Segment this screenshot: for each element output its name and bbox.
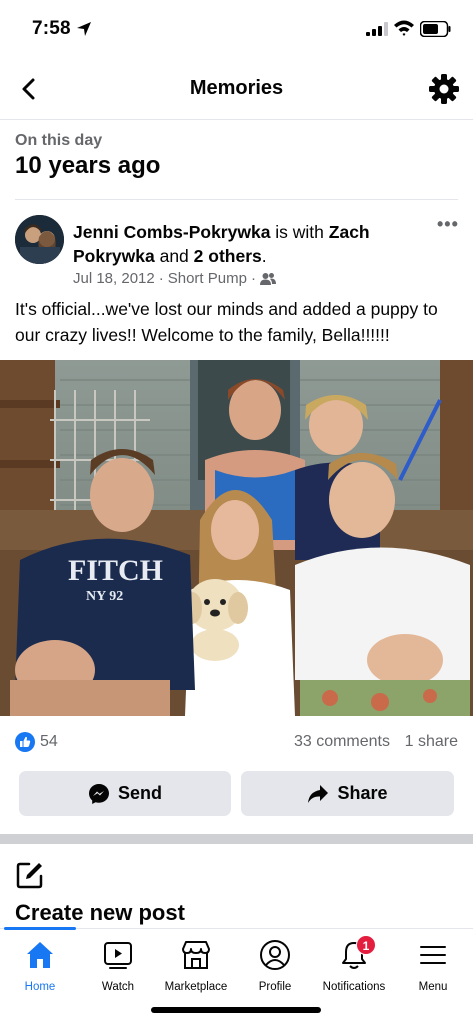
tab-home-label: Home — [24, 981, 56, 993]
marketplace-icon — [182, 941, 210, 969]
tab-profile[interactable]: Profile — [235, 939, 315, 993]
meta-separator-2: · — [250, 270, 256, 287]
author-name[interactable]: Jenni Combs-Pokrywka — [73, 222, 270, 242]
status-bar: 7:58 — [0, 0, 473, 60]
watch-icon — [104, 942, 132, 969]
others-link[interactable]: 2 others — [194, 246, 262, 266]
tab-home[interactable]: Home — [0, 939, 80, 993]
battery-icon — [420, 21, 451, 37]
post-meta: Jul 18, 2012 · Short Pump · — [73, 270, 276, 287]
active-tab-indicator — [4, 927, 76, 930]
post-location[interactable]: Short Pump — [168, 270, 247, 287]
comments-count[interactable]: 33 comments — [294, 733, 390, 751]
tab-menu[interactable]: Menu — [393, 939, 473, 993]
post-header: Jenni Combs-Pokrywka is with Zach Pokryw… — [15, 214, 458, 294]
bottom-tab-bar: Home Watch Marketplace Profile 1 Notific… — [0, 927, 473, 1023]
signal-icon — [366, 22, 388, 36]
location-arrow-icon — [77, 22, 91, 36]
edit-icon[interactable] — [15, 860, 45, 890]
home-indicator — [151, 1007, 321, 1013]
messenger-icon — [88, 783, 109, 804]
tab-watch-label: Watch — [101, 981, 135, 993]
status-time: 7:58 — [32, 18, 71, 39]
section-divider — [0, 834, 473, 844]
memory-header: On this day 10 years ago — [15, 130, 458, 200]
compose-section: Create new post — [15, 858, 458, 928]
create-post-label[interactable]: Create new post — [15, 900, 185, 926]
send-button[interactable]: Send — [19, 771, 231, 816]
post-title: Jenni Combs-Pokrywka is with Zach Pokryw… — [73, 220, 408, 268]
home-icon — [27, 942, 53, 968]
family-photo-illustration: FITCH NY 92 — [0, 360, 473, 716]
post-date[interactable]: Jul 18, 2012 — [73, 270, 155, 287]
post-photo[interactable]: FITCH NY 92 — [0, 360, 473, 716]
period: . — [261, 246, 267, 266]
with-text: is with — [270, 222, 329, 242]
share-label: Share — [337, 783, 388, 803]
shares-count[interactable]: 1 share — [405, 733, 458, 751]
avatar[interactable] — [15, 215, 64, 264]
like-reaction-icon[interactable] — [15, 732, 35, 752]
shirt-subtext: NY 92 — [86, 589, 123, 604]
send-label: Send — [117, 783, 162, 803]
years-ago-title: 10 years ago — [15, 152, 161, 179]
share-button[interactable]: Share — [241, 771, 454, 816]
shirt-text: FITCH — [68, 554, 163, 587]
reactions-row: 54 33 comments 1 share — [15, 730, 458, 756]
like-count[interactable]: 54 — [40, 733, 58, 751]
gear-icon[interactable] — [427, 72, 461, 106]
friends-audience-icon — [259, 272, 276, 285]
notification-badge: 1 — [356, 935, 376, 955]
tab-marketplace[interactable]: Marketplace — [156, 939, 236, 993]
post-text: It's official...we've lost our minds and… — [15, 299, 438, 345]
tab-menu-label: Menu — [418, 981, 448, 993]
tab-notifications-label: Notifications — [322, 981, 386, 993]
nav-bar: Memories — [0, 60, 473, 120]
menu-icon — [420, 946, 446, 964]
notifications-icon-wrap: 1 — [338, 935, 376, 971]
meta-separator: · — [158, 270, 164, 287]
profile-icon — [260, 940, 290, 970]
tab-notifications[interactable]: 1 Notifications — [314, 935, 394, 993]
and-text: and — [154, 246, 194, 266]
on-this-day-label: On this day — [15, 132, 103, 149]
page-title: Memories — [189, 77, 284, 99]
more-options-button[interactable]: ••• — [437, 214, 461, 238]
tab-profile-label: Profile — [258, 981, 292, 993]
wifi-icon — [394, 20, 414, 36]
tab-watch[interactable]: Watch — [78, 939, 158, 993]
share-arrow-icon — [308, 784, 329, 803]
avatar-image — [15, 215, 64, 264]
tab-marketplace-label: Marketplace — [164, 981, 228, 993]
